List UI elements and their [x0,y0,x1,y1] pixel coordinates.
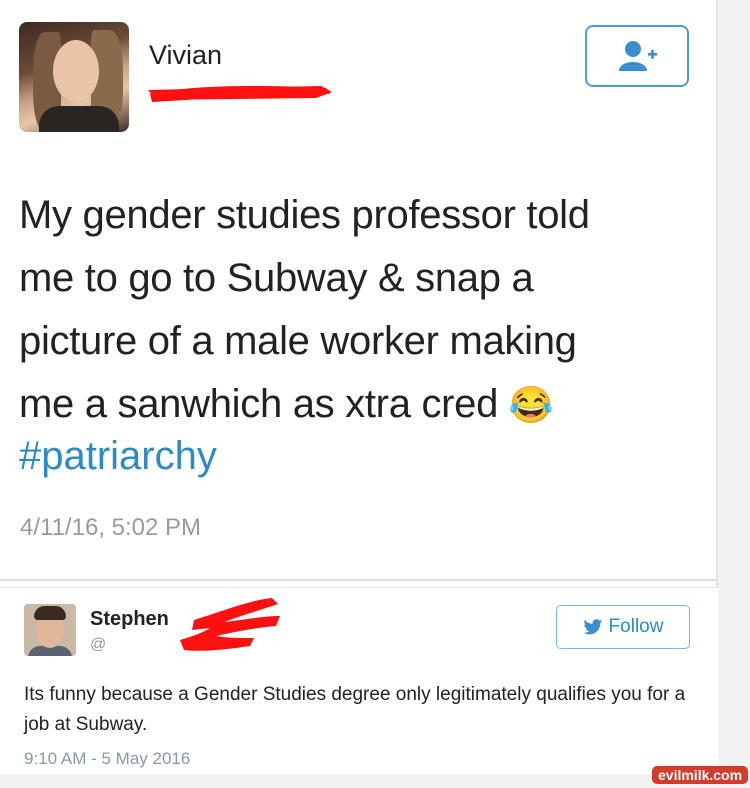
redaction-scribble [148,86,332,102]
reply-timestamp[interactable]: 9:10 AM - 5 May 2016 [24,749,190,769]
avatar-face [53,40,99,102]
reply-avatar[interactable] [24,604,76,656]
tweet-timestamp[interactable]: 4/11/16, 5:02 PM [20,514,201,542]
divider [0,579,716,581]
add-user-icon [619,41,657,71]
reply-author-name[interactable]: Stephen [90,608,169,631]
avatar-hair [34,606,66,620]
divider [0,587,718,588]
twitter-bird-icon [583,618,602,634]
redaction-scribble [180,598,280,651]
author-name[interactable]: Vivian [149,40,222,71]
reply-handle[interactable]: @ [90,636,106,654]
avatar[interactable] [19,22,129,132]
background-strip-bottom [0,774,750,788]
hashtag-link[interactable]: #patriarchy [19,434,217,479]
tweet-line: My gender studies professor told [19,193,590,237]
avatar-shirt [39,106,119,132]
reply-text: Its funny because a Gender Studies degre… [24,684,686,735]
follow-button[interactable]: Follow [556,605,690,649]
tweet-text: My gender studies professor told me to g… [19,184,689,436]
laughing-emoji-icon: 😂 [508,384,554,425]
follow-user-button[interactable] [585,25,689,87]
tweet-line: me a sanwhich as xtra cred [19,382,499,426]
tweet-line: me to go to Subway & snap a [19,256,534,300]
card-border [716,0,718,588]
follow-label: Follow [608,616,664,637]
tweet-line-last: me a sanwhich as xtra cred 😂 [19,373,689,436]
tweet-line: picture of a male worker making [19,319,577,363]
watermark-logo: evilmilk.com [652,766,749,784]
background-strip-right [718,0,750,788]
